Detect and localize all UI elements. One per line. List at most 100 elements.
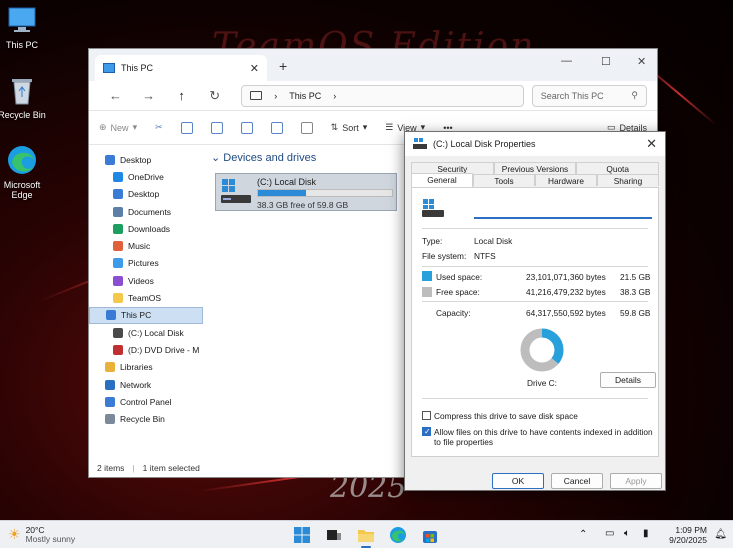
volume-icon[interactable]: 🔈︎ [624, 528, 630, 539]
new-button[interactable]: ⊕ New ▾ [99, 122, 137, 133]
sidebar-item-label: (D:) DVD Drive - M [128, 344, 200, 355]
sidebar-item[interactable]: This PC [89, 306, 203, 324]
sidebar-item[interactable]: Libraries [89, 359, 203, 376]
dvd-icon [113, 344, 123, 355]
capacity-gb: 59.8 GB [620, 308, 651, 318]
tab-quota[interactable]: Quota [576, 162, 660, 174]
separator [422, 398, 648, 399]
tab-general[interactable]: General [411, 173, 473, 187]
sidebar-item[interactable]: Desktop [89, 186, 203, 203]
weather-widget[interactable]: ☀ 20°C Mostly sunny [8, 526, 75, 544]
free-space-label: Free space: [436, 287, 480, 297]
desktop-icon-this-pc[interactable]: This PC [0, 4, 54, 50]
monitor-icon [250, 91, 263, 100]
sun-cloud-icon: ☀ [8, 526, 21, 542]
refresh-button[interactable]: ↻ [198, 88, 231, 104]
close-dialog-button[interactable]: ✕ [646, 136, 657, 152]
item-count: 2 items [97, 463, 125, 473]
cut-icon[interactable]: ✂ [155, 122, 163, 133]
free-space-bytes: 41,216,479,232 bytes [526, 287, 606, 297]
network-icon[interactable]: ▭ [605, 528, 614, 539]
sidebar-item[interactable]: Network [89, 376, 203, 393]
apply-button[interactable]: Apply [610, 473, 662, 489]
used-space-bytes: 23,101,071,360 bytes [526, 272, 606, 282]
clock-time: 1:09 PM [675, 525, 707, 535]
clock[interactable]: 1:09 PM 9/20/2025 [669, 525, 707, 545]
drive-tile-c[interactable]: (C:) Local Disk 38.3 GB free of 59.8 GB [215, 173, 397, 211]
sidebar-item[interactable]: (C:) Local Disk [89, 324, 203, 341]
up-button[interactable]: ↑ [165, 88, 198, 103]
minimize-button[interactable]: — [561, 55, 572, 67]
recycle-bin-icon [6, 74, 38, 106]
index-checkbox[interactable] [422, 427, 431, 436]
capacity-label: Capacity: [436, 308, 471, 318]
search-input[interactable]: Search This PC ⚲ [531, 84, 647, 107]
copy-icon[interactable] [180, 121, 193, 134]
type-label: Type: [422, 236, 443, 246]
sidebar-item[interactable]: Desktop [89, 151, 203, 168]
close-tab-icon[interactable]: ✕ [250, 62, 259, 75]
chevron-down-icon: ⌄ [211, 152, 221, 164]
sidebar-item-label: Documents [128, 206, 171, 217]
cancel-button[interactable]: Cancel [551, 473, 603, 489]
monitor-icon [6, 4, 38, 36]
rename-icon[interactable] [240, 121, 253, 134]
tab-title: This PC [121, 63, 154, 73]
chevron-right-icon: › [274, 90, 278, 101]
taskbar-file-explorer[interactable] [357, 526, 375, 548]
sidebar-item[interactable]: Control Panel [89, 393, 203, 410]
tab-previous-versions[interactable]: Previous Versions [493, 162, 577, 174]
folder-icon [113, 293, 123, 304]
sidebar-item[interactable]: Videos [89, 272, 203, 289]
chevron-up-icon[interactable]: ⌃ [579, 529, 587, 540]
back-button[interactable]: ← [99, 88, 132, 103]
details-button[interactable]: Details [600, 372, 656, 388]
sidebar-item[interactable]: OneDrive [89, 168, 203, 185]
battery-icon[interactable]: ▮ [643, 528, 649, 539]
drive-name-input[interactable] [474, 203, 652, 219]
compress-checkbox[interactable] [422, 411, 431, 420]
chevron-right-icon: › [333, 90, 337, 101]
new-tab-button[interactable]: + [279, 58, 287, 74]
sidebar-item[interactable]: Downloads [89, 220, 203, 237]
videos-icon [113, 275, 123, 286]
notifications-icon[interactable]: 🔔︎ [714, 529, 727, 540]
tab-this-pc[interactable]: This PC ✕ [95, 55, 267, 81]
task-view-button[interactable] [325, 526, 343, 544]
tab-sharing[interactable]: Sharing [597, 174, 659, 186]
sort-button[interactable]: ⇅ Sort ▾ [331, 122, 368, 133]
desktop-icon-recycle-bin[interactable]: Recycle Bin [0, 74, 54, 120]
address-bar[interactable]: › This PC › [241, 84, 524, 107]
maximize-button[interactable]: ☐ [601, 55, 611, 68]
network-icon [105, 379, 115, 390]
taskbar-edge[interactable] [389, 526, 407, 544]
taskbar-store[interactable] [421, 526, 439, 544]
edge-icon [390, 527, 406, 543]
close-window-button[interactable]: ✕ [637, 55, 646, 68]
ok-button[interactable]: OK [492, 473, 544, 489]
computer-icon [106, 310, 116, 321]
sidebar-item[interactable]: (D:) DVD Drive - M [89, 341, 203, 358]
separator [422, 228, 648, 229]
sidebar-item[interactable]: Pictures [89, 255, 203, 272]
desktop-icon-edge[interactable]: Microsoft Edge [0, 144, 54, 200]
paste-icon[interactable] [210, 121, 223, 134]
delete-icon[interactable] [300, 121, 313, 134]
sidebar-item[interactable]: Documents [89, 203, 203, 220]
sidebar-item-label: (C:) Local Disk [128, 327, 184, 338]
filesystem-value: NTFS [474, 251, 496, 261]
chevron-down-icon: ▾ [362, 122, 368, 132]
forward-button[interactable]: → [132, 88, 165, 103]
share-icon[interactable] [270, 121, 283, 134]
sidebar-item[interactable]: Music [89, 237, 203, 254]
search-icon: ⚲ [631, 90, 638, 100]
sidebar-item[interactable]: Recycle Bin [89, 410, 203, 427]
sidebar-item[interactable]: TeamOS [89, 289, 203, 306]
start-button[interactable] [293, 526, 311, 544]
navigation-pane: Desktop OneDrive Desktop Documents Downloads… [89, 151, 203, 459]
edge-icon [6, 144, 38, 176]
plus-circle-icon: ⊕ [99, 122, 107, 132]
index-label: Allow files on this drive to have conten… [434, 427, 653, 447]
tab-tools[interactable]: Tools [473, 174, 535, 186]
tab-hardware[interactable]: Hardware [535, 174, 597, 186]
